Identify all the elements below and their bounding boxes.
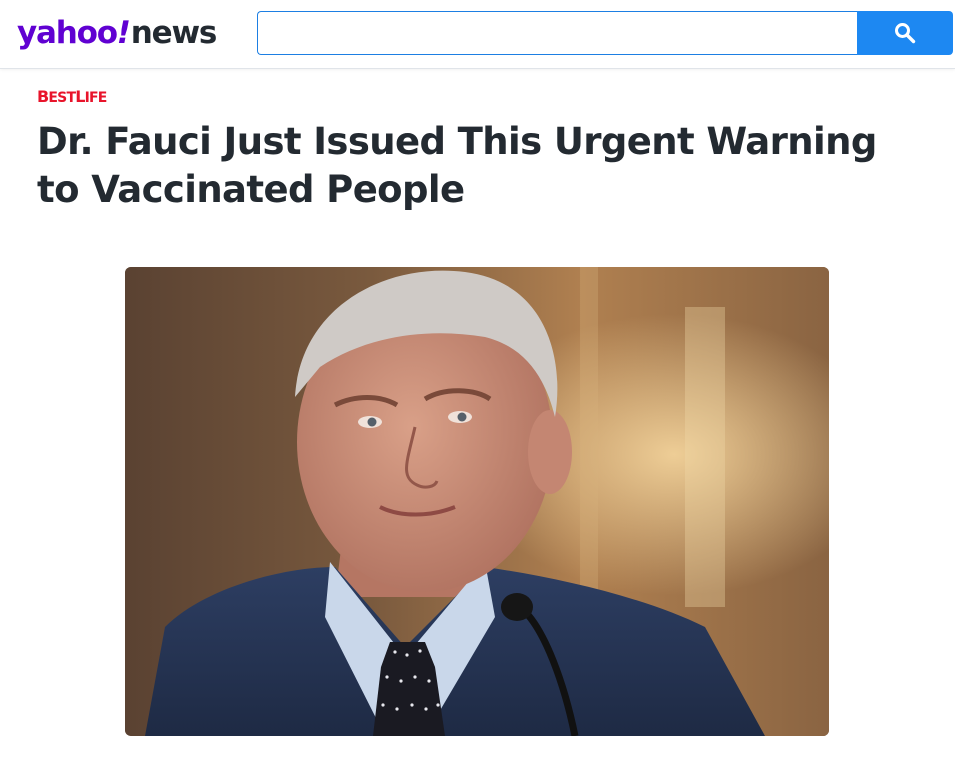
logo-brand: yahoo bbox=[17, 15, 118, 51]
logo-section: news bbox=[130, 15, 218, 51]
publisher-logo[interactable]: BESTLIFE bbox=[37, 87, 108, 107]
logo-exclamation: ! bbox=[116, 15, 131, 51]
publisher-logo-letters: IFE bbox=[84, 90, 108, 106]
publisher-logo-letters: EST bbox=[48, 90, 76, 106]
article-hero-image[interactable] bbox=[125, 267, 829, 736]
publisher-logo-letter: L bbox=[75, 87, 85, 106]
search-bar bbox=[257, 11, 953, 55]
portrait-photo bbox=[125, 267, 829, 736]
site-header: yahoo! news bbox=[0, 0, 955, 69]
article-title: Dr. Fauci Just Issued This Urgent Warnin… bbox=[37, 120, 877, 211]
publisher-logo-letter: B bbox=[37, 87, 49, 106]
search-button[interactable] bbox=[857, 11, 953, 55]
yahoo-news-logo[interactable]: yahoo! news bbox=[17, 13, 218, 53]
search-input[interactable] bbox=[257, 11, 857, 55]
search-icon bbox=[895, 23, 916, 44]
